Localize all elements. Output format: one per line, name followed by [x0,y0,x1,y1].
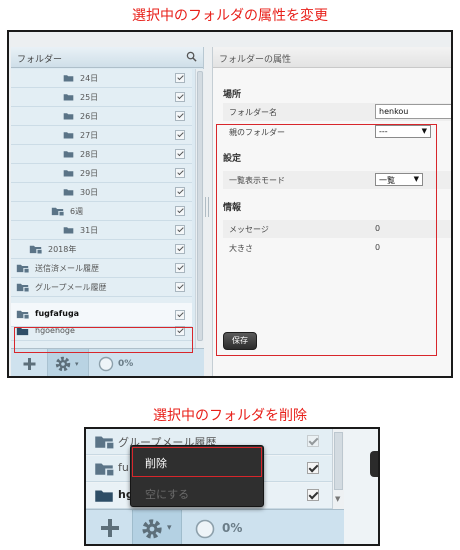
folder-list-scrollbar[interactable]: ▼ [332,429,344,509]
tree-item-checkbox[interactable] [175,282,185,292]
tree-item-label: グループメール履歴 [35,283,107,292]
tree-item-label: 24日 [80,74,99,83]
tree-item[interactable]: 28日 [11,145,192,164]
folder-name-row: フォルダー名 henkou [223,103,451,121]
tree-item-checkbox[interactable] [175,149,185,159]
tree-item-label: 25日 [80,93,99,102]
tree-item-label: 2018年 [48,245,77,254]
tree-item[interactable]: 30日 [11,183,192,202]
folder-icon [63,149,74,162]
tree-item[interactable]: 26日 [11,107,192,126]
tree-item[interactable]: 31日 [11,221,192,240]
tree-item-label: 29日 [80,169,99,178]
search-icon[interactable] [186,51,197,62]
tree-item-checkbox[interactable] [175,263,185,273]
caption-delete-folder: 選択中のフォルダを削除 [153,408,307,424]
menu-item-empty: 空にする [145,488,190,501]
quota-percent: 0% [222,521,243,535]
tree-item-label: 26日 [80,112,99,121]
tree-item[interactable]: 24日 [11,69,192,88]
folder-tree-scrollbar[interactable] [195,69,204,348]
tree-item-label: 27日 [80,131,99,140]
tree-item-checkbox[interactable] [175,130,185,140]
scrollbar-thumb[interactable] [334,432,343,490]
folder-list-checkbox[interactable] [307,462,319,474]
folder-manager-window: フォルダー 24日 25日 26日 27日 28日 29日 30日 6週 31日 2018年送信済… [7,30,453,378]
scroll-down-icon[interactable]: ▼ [335,495,340,503]
gear-icon [142,519,162,539]
highlight-properties-box [216,124,437,356]
gear-icon [55,356,71,372]
highlight-delete-item [132,447,262,477]
quota-pie-icon [98,356,114,372]
folder-list-checkbox[interactable] [307,489,319,501]
properties-title: フォルダーの属性 [219,55,292,65]
quota-percent: 0% [118,359,134,369]
folder-panel-title: フォルダー [17,55,63,65]
scrollbar-thumb[interactable] [197,71,203,341]
folder-panel-footer: ▾ 0% [86,509,344,544]
folder-icon [63,92,74,105]
panel-splitter[interactable] [205,197,209,217]
folder-list-label: fu [118,461,129,474]
properties-header: フォルダーの属性 [213,47,451,68]
folder-icon [63,73,74,86]
tree-item[interactable]: 27日 [11,126,192,145]
folder-icon [63,130,74,143]
caption-change-attributes: 選択中のフォルダの属性を変更 [132,8,328,24]
side-tab [370,451,378,477]
folder-group-icon [51,206,64,219]
tree-item-label: 28日 [80,150,99,159]
tree-item-label: fugfafuga [35,309,80,318]
tree-item-checkbox[interactable] [175,206,185,216]
folder-list-checkbox[interactable] [307,435,319,447]
folder-icon [63,187,74,200]
add-folder-icon[interactable] [19,349,41,378]
folder-name-label: フォルダー名 [229,108,277,117]
folder-tree: 24日 25日 26日 27日 28日 29日 30日 6週 31日 2018年送信済メール履歴グ… [11,69,192,348]
tree-item-checkbox[interactable] [175,168,185,178]
folder-panel-header: フォルダー [11,47,203,68]
section-location: 場所 [223,90,242,100]
tree-item-label: 6週 [70,207,84,216]
folder-icon [63,225,74,238]
folder-icon [94,488,114,506]
folder-group-icon [29,244,42,257]
settings-menu-button[interactable]: ▾ [132,510,182,544]
chevron-down-icon: ▾ [75,360,79,368]
tree-item[interactable]: 29日 [11,164,192,183]
folder-group-icon [16,282,29,295]
tree-item-checkbox[interactable] [175,310,185,320]
folder-delete-window: グループメール履歴 fu hg ▼ ▾ 0% 削除 空にする [84,427,380,546]
folder-group-icon [94,434,114,452]
folder-group-icon [16,263,29,276]
folder-name-input[interactable]: henkou [375,104,451,119]
tree-item-checkbox[interactable] [175,225,185,235]
tree-item-checkbox[interactable] [175,187,185,197]
tree-item[interactable]: 2018年 [11,240,192,259]
tree-item[interactable]: 送信済メール履歴 [11,259,192,278]
tree-item[interactable]: グループメール履歴 [11,278,192,297]
folder-icon [63,168,74,181]
tree-item-label: 31日 [80,226,99,235]
tree-item[interactable]: 6週 [11,202,192,221]
tree-item-label: 30日 [80,188,99,197]
folder-group-icon [94,461,114,479]
folder-icon [63,111,74,124]
tree-item-checkbox[interactable] [175,111,185,121]
folder-group-icon [16,309,29,322]
highlight-selected-folder [14,327,193,353]
quota-pie-icon [195,519,215,539]
settings-menu-button[interactable]: ▾ [47,349,89,376]
tree-item-checkbox[interactable] [175,244,185,254]
tree-item-checkbox[interactable] [175,73,185,83]
tree-item[interactable]: 25日 [11,88,192,107]
tree-item-label: 送信済メール履歴 [35,264,99,273]
tree-item-checkbox[interactable] [175,92,185,102]
chevron-down-icon: ▾ [167,523,172,533]
add-folder-icon[interactable] [98,516,122,540]
